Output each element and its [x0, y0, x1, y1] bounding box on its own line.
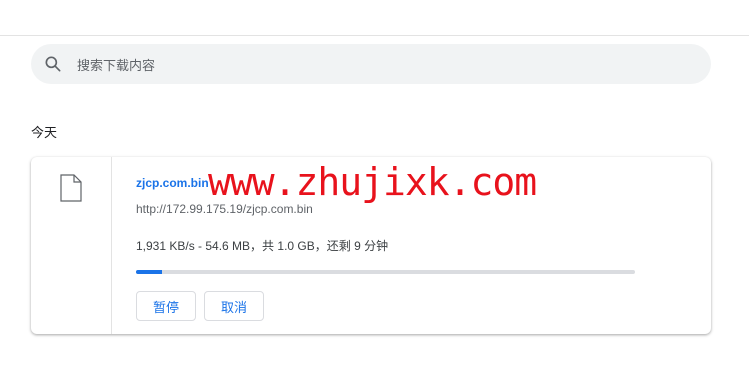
- top-bar: [0, 0, 749, 36]
- cancel-button[interactable]: 取消: [204, 291, 264, 321]
- watermark-text: www.zhujixk.com: [208, 160, 537, 204]
- file-icon-column: [31, 157, 112, 334]
- date-heading: 今天: [31, 125, 58, 140]
- download-filename-link[interactable]: zjcp.com.bin: [136, 176, 209, 190]
- file-icon: [60, 174, 82, 202]
- search-bar[interactable]: 搜索下载内容: [31, 44, 711, 84]
- search-icon: [45, 56, 61, 72]
- pause-button[interactable]: 暂停: [136, 291, 196, 321]
- download-progress-bar: [136, 270, 635, 274]
- download-url: http://172.99.175.19/zjcp.com.bin: [136, 202, 313, 216]
- download-status: 1,931 KB/s - 54.6 MB，共 1.0 GB，还剩 9 分钟: [136, 239, 389, 253]
- search-placeholder: 搜索下载内容: [77, 57, 156, 73]
- download-progress-fill: [136, 270, 163, 274]
